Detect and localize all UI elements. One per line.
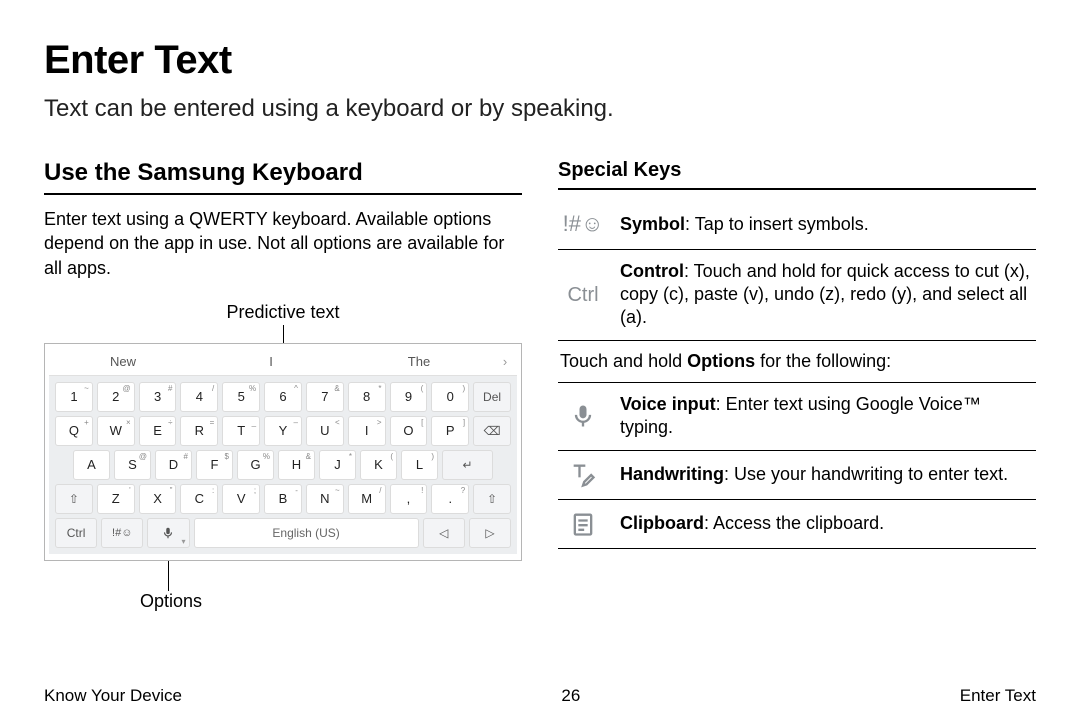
callout-options: Options bbox=[44, 561, 522, 612]
right-heading: Special Keys bbox=[558, 159, 1036, 190]
key-symbol: !#☺ bbox=[101, 518, 143, 548]
key: P] bbox=[431, 416, 469, 446]
footer-right: Enter Text bbox=[960, 686, 1036, 706]
key: 1~ bbox=[55, 382, 93, 412]
left-heading: Use the Samsung Keyboard bbox=[44, 159, 522, 195]
handwriting-icon bbox=[560, 461, 606, 489]
option-row: Clipboard: Access the clipboard. bbox=[558, 500, 1036, 549]
key: .? bbox=[431, 484, 469, 514]
key-mic-icon: ▾ bbox=[147, 518, 189, 548]
key: Y– bbox=[264, 416, 302, 446]
key: X" bbox=[139, 484, 177, 514]
key: O[ bbox=[390, 416, 428, 446]
key: ↵ bbox=[442, 450, 493, 480]
key: K( bbox=[360, 450, 397, 480]
key: H& bbox=[278, 450, 315, 480]
page-title: Enter Text bbox=[44, 38, 1036, 83]
key: B- bbox=[264, 484, 302, 514]
special-key-row: !#☺ Symbol: Tap to insert symbols. bbox=[558, 200, 1036, 250]
key-arrow-left-icon: ◁ bbox=[423, 518, 465, 548]
key: Del bbox=[473, 382, 511, 412]
prediction-bar: New I The › bbox=[49, 348, 517, 376]
key-space: English (US) bbox=[194, 518, 419, 548]
key: S@ bbox=[114, 450, 151, 480]
key: J* bbox=[319, 450, 356, 480]
key: 0) bbox=[431, 382, 469, 412]
left-body: Enter text using a QWERTY keyboard. Avai… bbox=[44, 207, 522, 280]
key: V; bbox=[222, 484, 260, 514]
options-intro: Touch and hold Options for the following… bbox=[558, 341, 1036, 383]
key: Q+ bbox=[55, 416, 93, 446]
callout-predictive-text: Predictive text bbox=[44, 302, 522, 323]
intro-text: Text can be entered using a keyboard or … bbox=[44, 95, 1036, 123]
key: M/ bbox=[348, 484, 386, 514]
key: 5% bbox=[222, 382, 260, 412]
key: R= bbox=[180, 416, 218, 446]
chevron-right-icon: › bbox=[493, 354, 517, 369]
key-ctrl: Ctrl bbox=[55, 518, 97, 548]
key: 3# bbox=[139, 382, 177, 412]
key: D# bbox=[155, 450, 192, 480]
key: 2@ bbox=[97, 382, 135, 412]
mic-icon bbox=[560, 402, 606, 430]
key: ⇧ bbox=[473, 484, 511, 514]
key: 6^ bbox=[264, 382, 302, 412]
key: 8* bbox=[348, 382, 386, 412]
key: A bbox=[73, 450, 110, 480]
callout-line bbox=[283, 325, 284, 343]
prediction-word: I bbox=[197, 354, 345, 369]
key: W× bbox=[97, 416, 135, 446]
key: ⇧ bbox=[55, 484, 93, 514]
prediction-word: The bbox=[345, 354, 493, 369]
key: T_ bbox=[222, 416, 260, 446]
symbol-icon: !#☺ bbox=[560, 210, 606, 239]
key: ⌫ bbox=[473, 416, 511, 446]
key: Z' bbox=[97, 484, 135, 514]
key: 9( bbox=[390, 382, 428, 412]
keyboard-illustration: New I The › 1~2@3#4/5%6^7&8*9(0)Del Q+W×… bbox=[44, 343, 522, 561]
key: 7& bbox=[306, 382, 344, 412]
ctrl-icon: Ctrl bbox=[560, 282, 606, 308]
key: E÷ bbox=[139, 416, 177, 446]
clipboard-icon bbox=[560, 510, 606, 538]
key: N~ bbox=[306, 484, 344, 514]
key: 4/ bbox=[180, 382, 218, 412]
key: ,! bbox=[390, 484, 428, 514]
key: G% bbox=[237, 450, 274, 480]
footer-left: Know Your Device bbox=[44, 686, 182, 706]
page-footer: Know Your Device 26 Enter Text bbox=[44, 686, 1036, 706]
key-arrow-right-icon: ▷ bbox=[469, 518, 511, 548]
footer-page-number: 26 bbox=[561, 686, 580, 706]
key: I> bbox=[348, 416, 386, 446]
key: U< bbox=[306, 416, 344, 446]
option-row: Handwriting: Use your handwriting to ent… bbox=[558, 451, 1036, 500]
key: L) bbox=[401, 450, 438, 480]
key: F$ bbox=[196, 450, 233, 480]
key: C: bbox=[180, 484, 218, 514]
special-key-row: Ctrl Control: Touch and hold for quick a… bbox=[558, 250, 1036, 341]
prediction-word: New bbox=[49, 354, 197, 369]
option-row: Voice input: Enter text using Google Voi… bbox=[558, 383, 1036, 451]
